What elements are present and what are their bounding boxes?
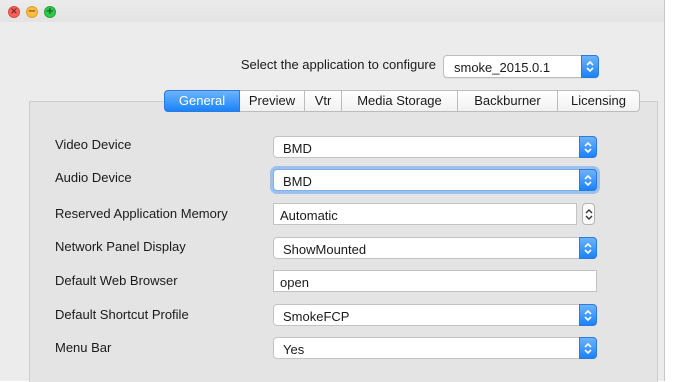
shortcut-profile-label: Default Shortcut Profile <box>55 307 189 322</box>
tab-bar: General Preview Vtr Media Storage Backbu… <box>164 90 640 112</box>
app-selector-popup[interactable]: smoke_2015.0.1 <box>443 55 599 78</box>
zoom-icon: + <box>45 6 55 17</box>
video-device-label: Video Device <box>55 137 132 152</box>
video-device-value: BMD <box>283 141 312 156</box>
popup-arrows-icon <box>579 304 597 326</box>
title-bar[interactable]: × − + <box>0 0 664 22</box>
app-selector-value: smoke_2015.0.1 <box>454 60 551 75</box>
minimize-icon: − <box>27 6 37 17</box>
audio-device-label: Audio Device <box>55 170 132 185</box>
tab-vtr[interactable]: Vtr <box>305 90 342 112</box>
tab-licensing[interactable]: Licensing <box>558 90 640 112</box>
tab-media-storage[interactable]: Media Storage <box>342 90 458 112</box>
menu-bar-value: Yes <box>283 342 305 357</box>
minimize-window-button[interactable]: − <box>26 6 38 18</box>
app-selector-label: Select the application to configure <box>240 57 436 72</box>
popup-arrows-icon <box>579 169 597 191</box>
audio-device-popup[interactable]: BMD <box>273 169 597 191</box>
network-panel-label: Network Panel Display <box>55 239 186 254</box>
video-device-popup[interactable]: BMD <box>273 136 597 158</box>
tab-preview[interactable]: Preview <box>240 90 305 112</box>
reserved-memory-value: Automatic <box>280 208 338 223</box>
reserved-memory-stepper[interactable] <box>582 203 595 225</box>
popup-arrows-icon <box>579 136 597 158</box>
close-icon: × <box>9 6 19 17</box>
menu-bar-label: Menu Bar <box>55 340 112 355</box>
zoom-window-button[interactable]: + <box>44 6 56 18</box>
tab-general[interactable]: General <box>164 90 240 112</box>
web-browser-field[interactable]: open <box>273 270 597 292</box>
web-browser-value: open <box>280 275 309 290</box>
popup-arrows-icon <box>581 55 599 78</box>
reserved-memory-field[interactable]: Automatic <box>273 203 577 225</box>
web-browser-label: Default Web Browser <box>55 273 178 288</box>
popup-arrows-icon <box>579 337 597 359</box>
network-panel-value: ShowMounted <box>283 242 367 257</box>
preferences-window: × − + Select the application to configur… <box>0 0 665 382</box>
reserved-memory-label: Reserved Application Memory <box>55 206 228 221</box>
network-panel-popup[interactable]: ShowMounted <box>273 237 597 259</box>
shortcut-profile-value: SmokeFCP <box>283 309 350 324</box>
shortcut-profile-popup[interactable]: SmokeFCP <box>273 304 597 326</box>
tab-backburner[interactable]: Backburner <box>458 90 558 112</box>
audio-device-value: BMD <box>283 174 312 189</box>
menu-bar-popup[interactable]: Yes <box>273 337 597 359</box>
popup-arrows-icon <box>579 237 597 259</box>
close-window-button[interactable]: × <box>8 6 20 18</box>
